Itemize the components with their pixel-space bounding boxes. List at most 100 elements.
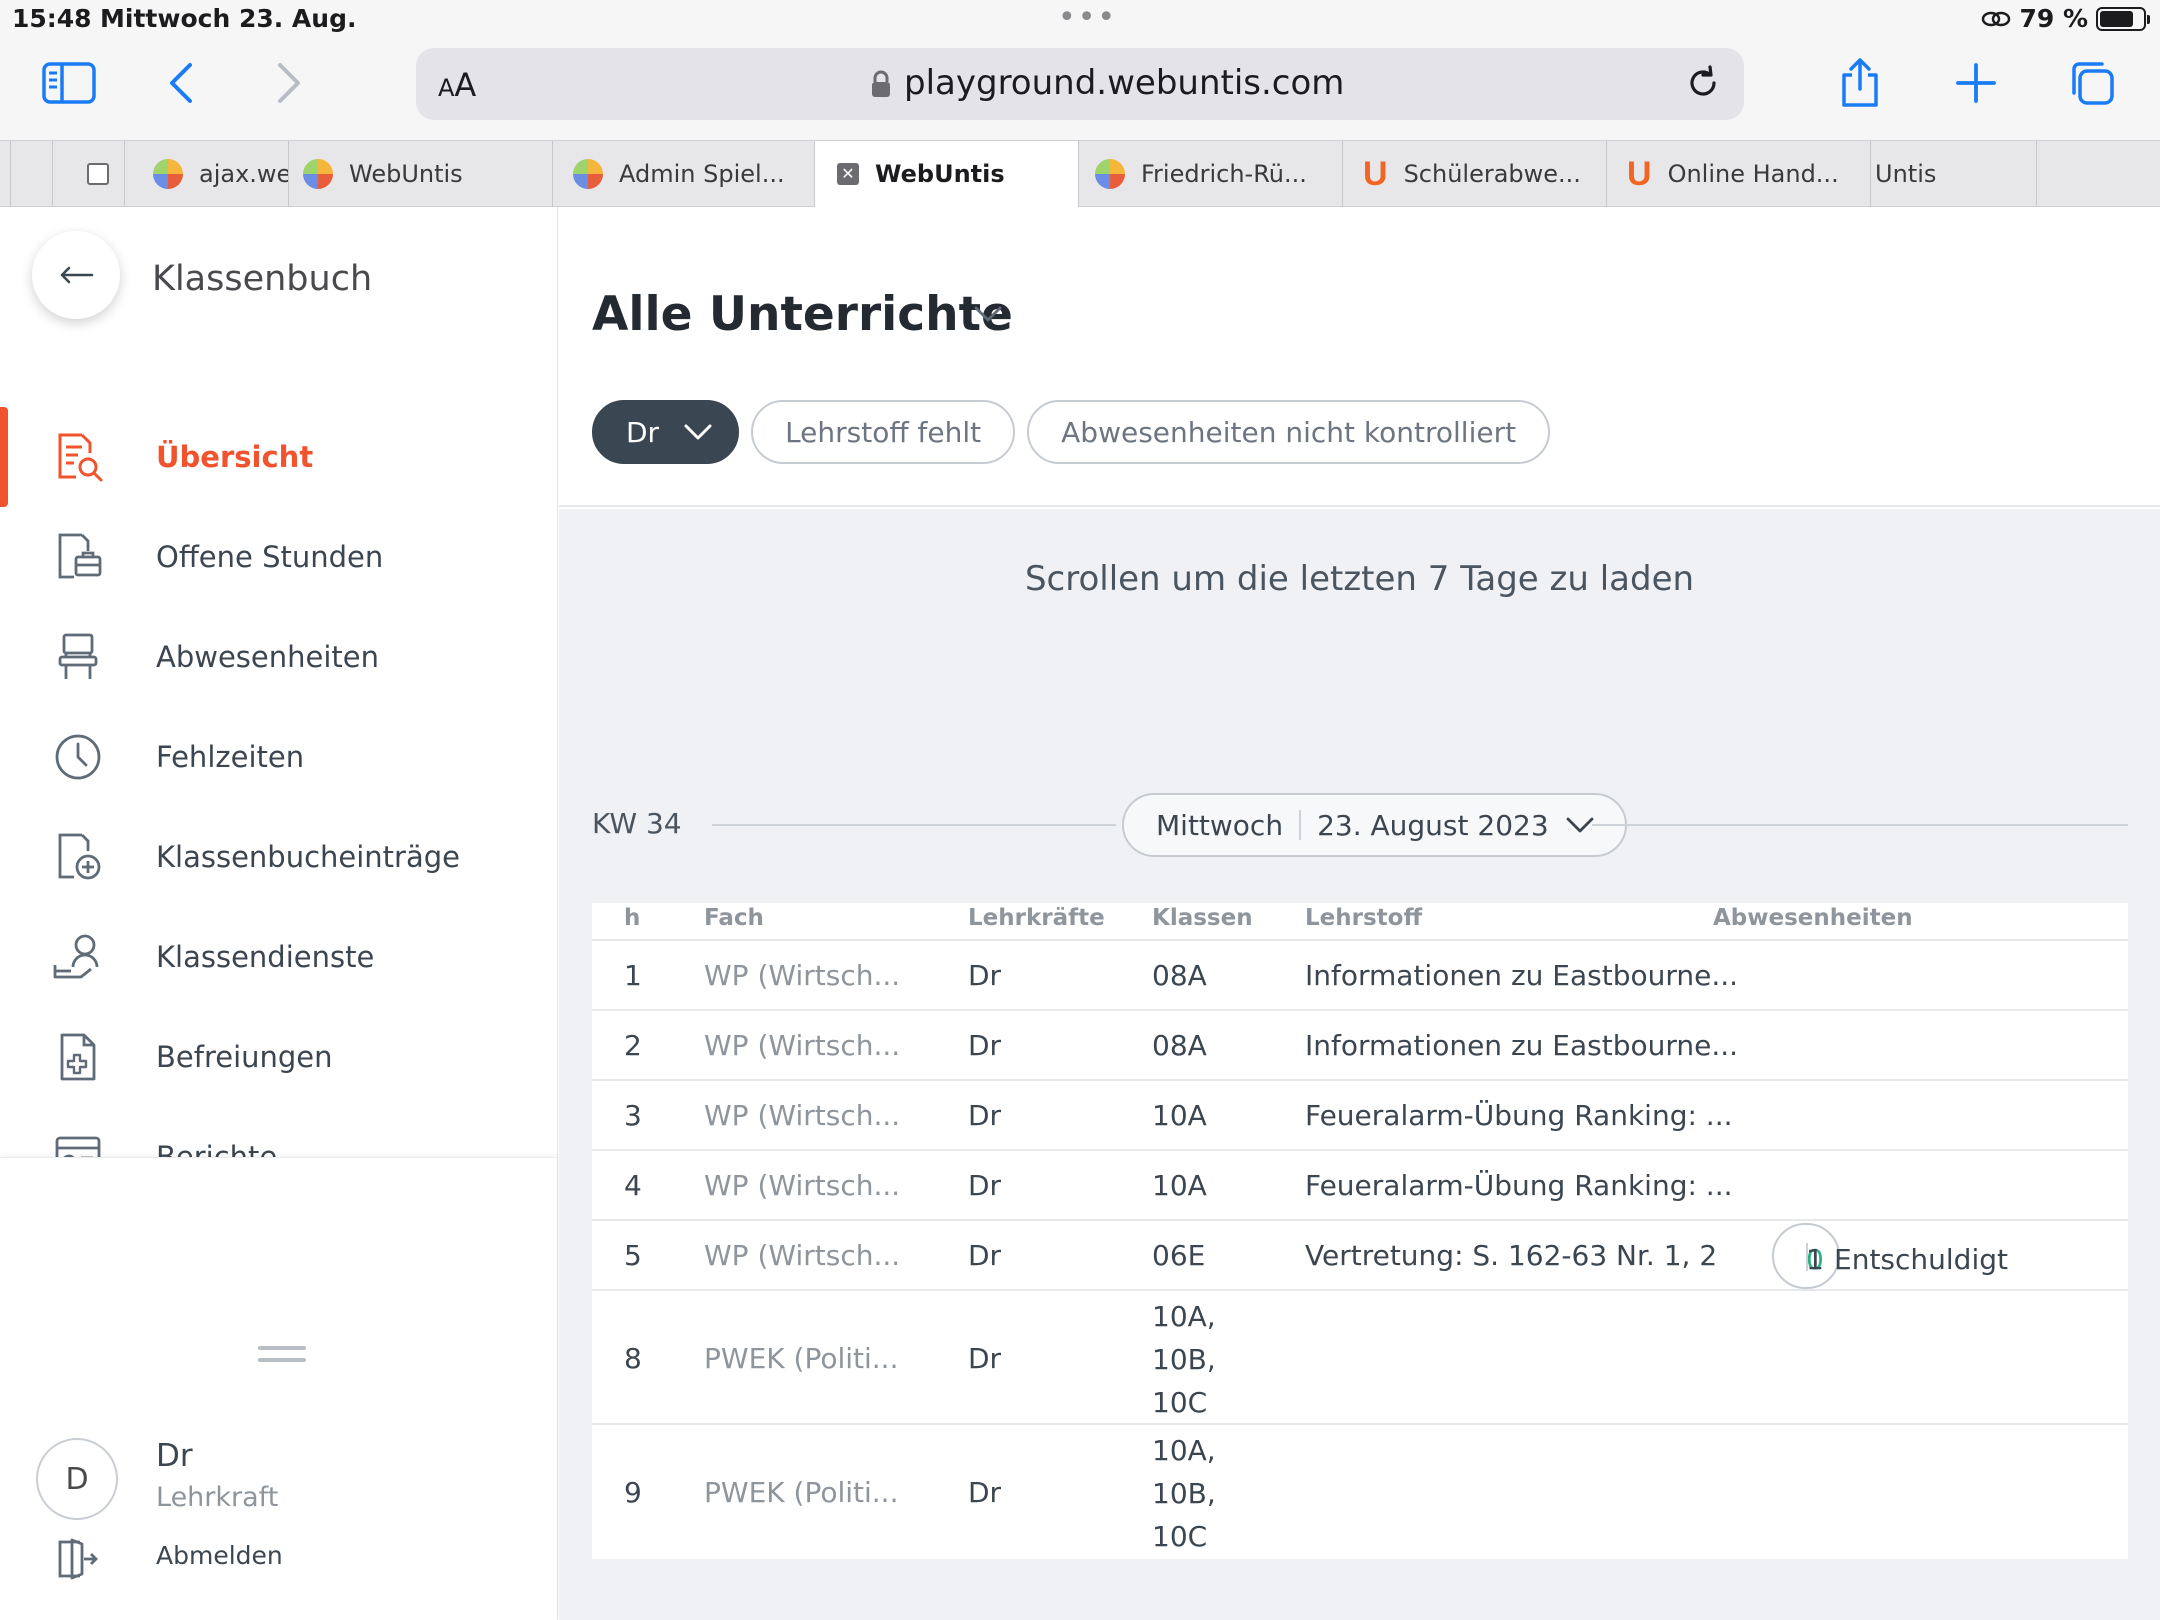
- sidebar-item-label: Klassenbucheinträge: [156, 840, 460, 874]
- sidebar-item-fehlzeiten[interactable]: Fehlzeiten: [0, 707, 557, 807]
- tab-webuntis-active[interactable]: ✕ WebUntis: [814, 141, 1078, 207]
- sidebar-item-label: Offene Stunden: [156, 540, 384, 574]
- day-label: Mittwoch: [1156, 808, 1284, 842]
- table-row[interactable]: 3 WP (Wirtsch... Dr 10A Feueralarm-Übung…: [592, 1081, 2128, 1151]
- tab-untis[interactable]: Untis: [1870, 141, 2036, 207]
- logout-icon[interactable]: [54, 1536, 100, 1586]
- sidebar-item-abwesenheiten[interactable]: Abwesenheiten: [0, 607, 557, 707]
- cell-hour: 5: [624, 1239, 642, 1272]
- sidebar-nav: Übersicht Offene Stunden Abwesenheiten F…: [0, 407, 557, 1157]
- tab-webuntis-1[interactable]: WebUntis: [288, 141, 552, 207]
- back-chevron-icon[interactable]: [166, 58, 196, 108]
- tab-online-hand[interactable]: U Online Hand...: [1606, 141, 1870, 207]
- missing-topic-chip[interactable]: Lehrstoff fehlt: [751, 400, 1016, 464]
- reports-icon: [50, 1129, 106, 1157]
- table-row[interactable]: 5 WP (Wirtsch... Dr 06E Vertretung: S. 1…: [592, 1221, 2128, 1291]
- sidebar: Klassenbuch Übersicht Offene Stunden Abw…: [0, 207, 558, 1620]
- user-name: Dr: [156, 1438, 193, 1474]
- tab-ajax[interactable]: ajax.we: [124, 141, 288, 207]
- reader-settings-button[interactable]: AA: [438, 66, 476, 104]
- cell-teacher: Dr: [968, 1239, 1002, 1272]
- sidebar-item-klassendienste[interactable]: Klassendienste: [0, 907, 557, 1007]
- table-header: h Fach Lehrkräfte Klassen Lehrstoff Abwe…: [592, 903, 2128, 941]
- table-row[interactable]: 4 WP (Wirtsch... Dr 10A Feueralarm-Übung…: [592, 1151, 2128, 1221]
- cell-subject: WP (Wirtsch...: [704, 1169, 901, 1202]
- multitasking-dots-icon[interactable]: •••: [1058, 0, 1117, 35]
- tab-overflow[interactable]: [2036, 141, 2160, 207]
- cell-teacher: Dr: [968, 1099, 1002, 1132]
- week-label: KW 34: [592, 807, 682, 840]
- table-row[interactable]: 9 PWEK (Politi... Dr 10A, 10B, 10C: [592, 1425, 2128, 1559]
- sidebar-user-sheet: D Dr Lehrkraft Abmelden: [0, 1157, 557, 1620]
- chevron-down-icon: [684, 424, 712, 440]
- teacher-filter-chip[interactable]: Dr: [592, 400, 740, 464]
- column-header-fach[interactable]: Fach: [704, 905, 764, 931]
- tab-label: Friedrich-Rü...: [1141, 160, 1307, 188]
- tab-label: Admin Spiel...: [619, 160, 785, 188]
- overview-search-icon: [50, 429, 106, 485]
- sidebar-item-label: Berichte: [156, 1140, 278, 1157]
- column-header-abwesenheiten[interactable]: Abwesenheiten: [1713, 905, 1913, 931]
- exemption-icon: [50, 1029, 106, 1085]
- tab-label: ajax.we: [199, 160, 288, 188]
- webuntis-favicon-icon: [153, 159, 183, 189]
- cell-hour: 1: [624, 959, 642, 992]
- cell-teacher: Dr: [968, 1169, 1002, 1202]
- cell-topic: Informationen zu Eastbourne...: [1305, 1029, 1739, 1062]
- tab-label: Untis: [1875, 160, 1937, 188]
- status-time: 15:48: [12, 4, 92, 33]
- tab-schuelerabwe[interactable]: U Schülerabwe...: [1342, 141, 1606, 207]
- address-bar[interactable]: AA playground.webuntis.com: [416, 48, 1744, 120]
- close-tab-icon[interactable]: ✕: [837, 163, 859, 185]
- date-picker-button[interactable]: Mittwoch 23. August 2023: [1122, 793, 1627, 857]
- avatar[interactable]: D: [36, 1438, 118, 1520]
- reload-icon[interactable]: [1684, 64, 1722, 106]
- tab-overview-icon[interactable]: [2068, 58, 2116, 108]
- share-icon[interactable]: [1838, 58, 1882, 108]
- tab-bar: ajax.we WebUntis Admin Spiel... ✕ WebUnt…: [0, 140, 2160, 207]
- sidebar-item-befreiungen[interactable]: Befreiungen: [0, 1007, 557, 1107]
- new-tab-plus-icon[interactable]: [1954, 58, 1998, 108]
- column-header-klassen[interactable]: Klassen: [1152, 905, 1253, 931]
- chevron-down-icon[interactable]: [973, 305, 1003, 327]
- battery-percent: 79 %: [2019, 4, 2088, 33]
- cell-classes: 08A: [1152, 1029, 1207, 1062]
- absences-unchecked-chip[interactable]: Abwesenheiten nicht kontrolliert: [1027, 400, 1551, 464]
- cell-teacher: Dr: [968, 1476, 1002, 1509]
- lesson-feed[interactable]: Scrollen um die letzten 7 Tage zu laden …: [559, 509, 2160, 1620]
- cell-classes: 10A, 10B, 10C: [1152, 1434, 1216, 1553]
- forward-chevron-icon[interactable]: [274, 58, 304, 108]
- logout-link[interactable]: Abmelden: [156, 1541, 283, 1570]
- cell-subject: PWEK (Politi...: [704, 1476, 899, 1509]
- column-header-lehrstoff[interactable]: Lehrstoff: [1305, 905, 1422, 931]
- page-title[interactable]: Alle Unterrichte: [592, 287, 1013, 342]
- chevron-down-icon: [1566, 817, 1594, 833]
- sidebar-item-berichte[interactable]: Berichte: [0, 1107, 557, 1157]
- filter-chips: Dr Lehrstoff fehlt Abwesenheiten nicht k…: [592, 400, 1551, 464]
- tab-friedrich[interactable]: Friedrich-Rü...: [1078, 141, 1342, 207]
- main-header: Alle Unterrichte Dr Lehrstoff fehlt Abwe…: [559, 207, 2160, 507]
- table-row[interactable]: 8 PWEK (Politi... Dr 10A, 10B, 10C: [592, 1291, 2128, 1425]
- back-button[interactable]: [32, 231, 120, 319]
- column-header-lehrkraefte[interactable]: Lehrkräfte: [968, 905, 1105, 931]
- cell-classes: 10A, 10B, 10C: [1152, 1300, 1216, 1419]
- tab-stub[interactable]: [10, 141, 52, 207]
- table-row[interactable]: 2 WP (Wirtsch... Dr 08A Informationen zu…: [592, 1011, 2128, 1081]
- tab-admin-spiel[interactable]: Admin Spiel...: [552, 141, 814, 207]
- cell-teacher: Dr: [968, 1029, 1002, 1062]
- add-entry-icon: [50, 829, 106, 885]
- sidebar-toggle-icon[interactable]: [42, 58, 96, 108]
- webuntis-favicon-icon: [1095, 159, 1125, 189]
- absence-status-button[interactable]: 0 1 Entschuldigt: [1772, 1223, 2008, 1289]
- sidebar-item-klassenbucheintraege[interactable]: Klassenbucheinträge: [0, 807, 557, 907]
- browser-toolbar: AA playground.webuntis.com: [0, 40, 2160, 140]
- table-row[interactable]: 1 WP (Wirtsch... Dr 08A Informationen zu…: [592, 941, 2128, 1011]
- sidebar-item-offene-stunden[interactable]: Offene Stunden: [0, 507, 557, 607]
- sidebar-title: Klassenbuch: [152, 259, 373, 299]
- chair-icon: [50, 629, 106, 685]
- tab-notes[interactable]: [52, 141, 124, 207]
- cell-subject: WP (Wirtsch...: [704, 1099, 901, 1132]
- sidebar-item-uebersicht[interactable]: Übersicht: [0, 407, 557, 507]
- sheet-handle-icon[interactable]: [258, 1346, 306, 1350]
- cell-classes: 10A: [1152, 1099, 1207, 1132]
